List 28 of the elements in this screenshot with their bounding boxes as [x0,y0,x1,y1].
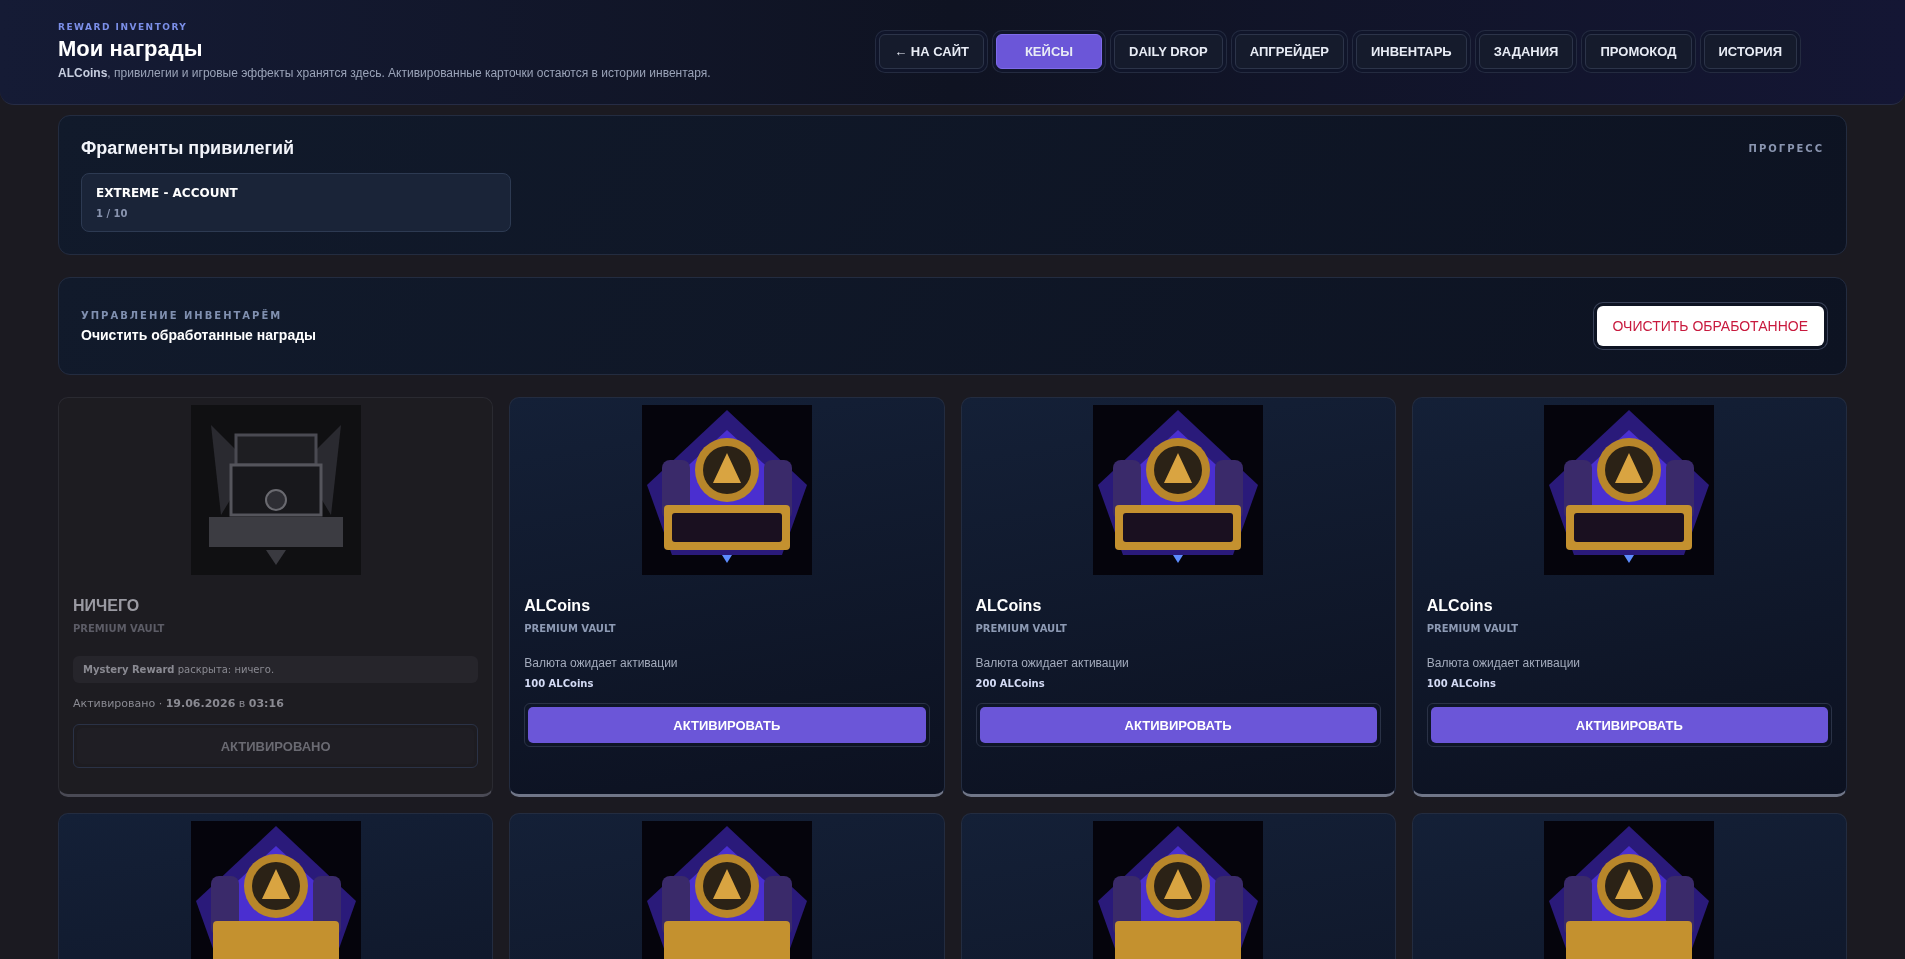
progress-label: ПРОГРЕСС [1748,143,1824,154]
reward-source: PREMIUM VAULT [975,623,1068,634]
reward-amount: 200 ALCoins [975,678,1046,689]
panel-title: Фрагменты привилегий [81,138,295,159]
activate-button[interactable]: АКТИВИРОВАТЬ [528,707,926,743]
reward-title: ALCoins [975,597,1043,615]
reward-source: PREMIUM VAULT [73,623,166,634]
reward-description: Валюта ожидает активации [975,656,1130,670]
eyebrow-label: REWARD INVENTORY [58,22,189,32]
reward-description: Валюта ожидает активации [524,656,679,670]
reward-description: Валюта ожидает активации [1426,656,1582,670]
section-label: УПРАВЛЕНИЕ ИНВЕНТАРЁМ [81,309,284,321]
reward-amount: 100 ALCoins [524,678,595,689]
reward-title: ALCoins [524,597,592,615]
activation-date: Активировано · 19.06.2026 в 03:16 [73,697,285,710]
reward-title: ALCoins [1426,597,1494,615]
page-subtitle: ALCoins, привилегии и игровые эффекты хранятся здесь. Активированные карточки остаются в истории инвентаря. [58,66,711,80]
reward-amount: 100 ALCoins [1426,678,1497,689]
fragment-name: EXTREME - ACCOUNT [96,186,239,200]
fragment-count: 1 / 10 [96,208,129,219]
reward-title: НИЧЕГО [73,597,141,615]
activate-button[interactable]: АКТИВИРОВАТЬ [979,707,1377,743]
reward-note: Mystery Reward раскрыта: ничего. [73,656,479,683]
reward-source: PREMIUM VAULT [1426,623,1519,634]
activate-button[interactable]: АКТИВИРОВАТЬ [1430,707,1828,743]
section-title: Очистить обработанные награды [81,326,317,343]
reward-source: PREMIUM VAULT [524,623,617,634]
page-title: Мои награды [58,36,204,62]
